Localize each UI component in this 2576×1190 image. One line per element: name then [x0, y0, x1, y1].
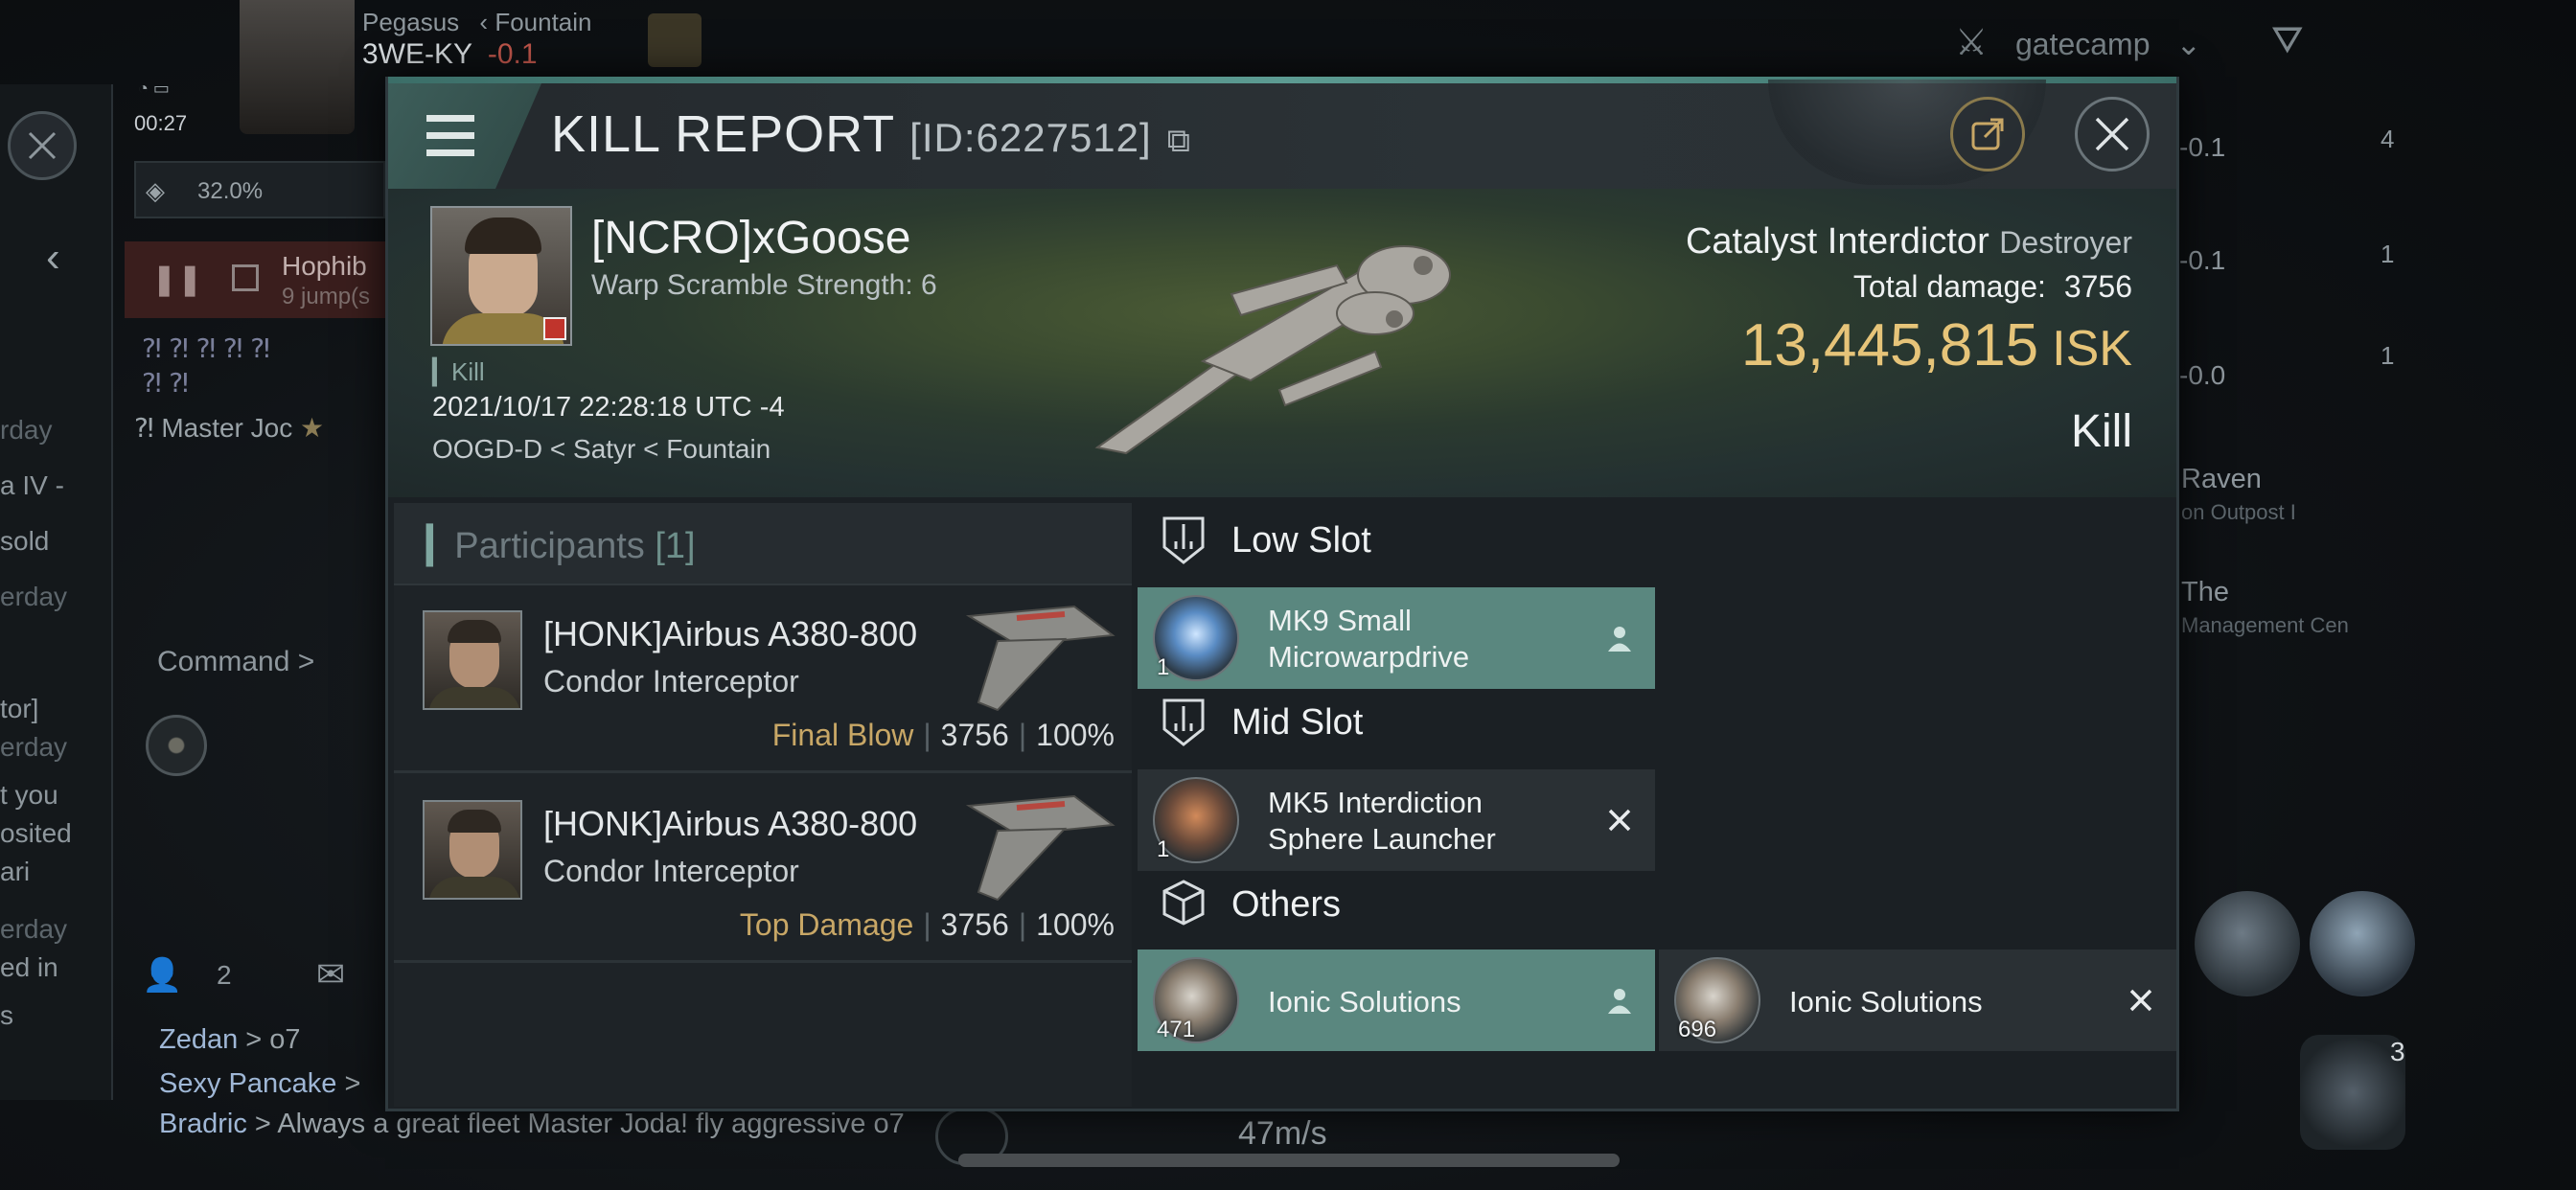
kill-report-modal: KILL REPORT [ID:6227512] ⧉ [NCRO]xGoose … [385, 77, 2179, 1111]
fleet-members-icons: ⁈ ⁈ ⁈ ⁈ ⁈ ⁈ ⁈ [142, 333, 270, 398]
participant-ship: Condor Interceptor [543, 854, 799, 888]
menu-button[interactable] [388, 83, 541, 189]
collapse-chevron-icon[interactable]: ‹ [46, 234, 60, 282]
hostile-badge-icon [543, 317, 566, 340]
share-button[interactable] [1950, 97, 2025, 172]
kill-location[interactable]: OOGD-D < Satyr < Fountain [432, 434, 770, 465]
close-button[interactable] [2075, 97, 2150, 172]
participant-row[interactable]: [HONK]Airbus A380-800 Condor Interceptor… [394, 585, 1132, 773]
participants-panel: ▎Participants [1] [HONK]Airbus A380-800 … [394, 503, 1132, 1107]
menu-icon-line [426, 132, 474, 139]
fitting-panel: Low Slot 1 MK9 Small Microwarpdrive Mid S… [1138, 503, 2176, 1107]
gatecamp-filter[interactable]: ⚔ gatecamp ⌄ [1955, 21, 2201, 64]
pilot-avatar-hud[interactable] [240, 0, 355, 134]
target-icon[interactable] [146, 715, 207, 776]
menu-icon-line [426, 149, 474, 156]
module-icon-2[interactable] [2310, 891, 2415, 996]
left-log-fragments-2: tor] erday t you osited ari erday ed in … [0, 694, 72, 1030]
menu-icon [426, 115, 474, 122]
warp-scramble: Warp Scramble Strength: 6 [591, 269, 937, 301]
cube-icon [1162, 880, 1205, 926]
victim-ship[interactable]: Catalyst Interdictor Destroyer [1686, 221, 2132, 263]
isk-value: 13,445,815 ISK [1740, 312, 2132, 378]
drone-count: 3 [2390, 1037, 2405, 1066]
participant-ship: Condor Interceptor [543, 664, 799, 698]
item-name: MK5 Interdiction Sphere Launcher [1268, 786, 1496, 856]
filter-icon[interactable]: ⛛ [2271, 19, 2304, 62]
report-id: [ID:6227512] [909, 115, 1152, 160]
mid-slot-icon [1162, 698, 1205, 746]
item-name: MK9 Small Microwarpdrive [1268, 604, 1470, 674]
module-icon-1[interactable] [2195, 891, 2300, 996]
participant-name: [HONK]Airbus A380-800 [543, 614, 918, 653]
result-label: Kill [2070, 406, 2132, 457]
command-link[interactable]: Command > [157, 646, 314, 678]
participant-avatar[interactable] [423, 610, 522, 710]
victim-banner: [NCRO]xGoose Warp Scramble Strength: 6 ▎… [388, 189, 2176, 497]
route-item[interactable]: ❚❚ Hophib 9 jump(s [125, 241, 385, 318]
low-slot-header: Low Slot [1138, 503, 2176, 580]
master-member[interactable]: ⁈ Master Joc ★ [134, 412, 324, 444]
left-close-button[interactable] [8, 111, 77, 180]
low-slot-icon [1162, 516, 1205, 564]
mid-slot-header: Mid Slot [1138, 685, 2176, 762]
victim-name[interactable]: [NCRO]xGoose [591, 212, 910, 264]
contacts-icon[interactable]: 👤 [142, 956, 182, 995]
game-screen: Pegasus ‹ Fountain 3WE-KY -0.1 ◔ ▭ 00:27… [0, 0, 2576, 1190]
fitting-item[interactable]: 1 MK5 Interdiction Sphere Launcher [1138, 769, 1655, 871]
fitting-item[interactable]: 1 MK9 Small Microwarpdrive [1138, 587, 1655, 689]
close-icon [28, 131, 57, 160]
cargo-icon: ◈ [146, 176, 165, 205]
chevron-down-icon: ⌄ [2175, 27, 2202, 61]
dropped-person-icon [1601, 620, 1638, 656]
others-header: Others [1138, 867, 2176, 944]
destroyed-x-icon [1601, 802, 1638, 838]
destroyed-x-icon [2123, 982, 2159, 1018]
cargo-bar: ◈ 32.0% [134, 161, 385, 218]
share-icon [1971, 118, 2004, 150]
item-name: Ionic Solutions [1268, 985, 1461, 1018]
crossed-swords-icon: ⚔ [1955, 23, 1989, 63]
participant-avatar[interactable] [423, 800, 522, 900]
close-icon [2095, 117, 2129, 151]
victim-ship-render [1094, 244, 1451, 455]
page-title: KILL REPORT [ID:6227512] ⧉ [551, 105, 1191, 163]
cargo-percent: 32.0% [197, 178, 264, 204]
victim-portrait[interactable] [430, 206, 572, 346]
title-bar: KILL REPORT [ID:6227512] ⧉ [388, 80, 2176, 189]
mail-icon[interactable]: ✉ [316, 954, 345, 995]
participant-ship-render [965, 794, 1116, 902]
insignia-icon [648, 13, 702, 67]
region-path: Pegasus ‹ Fountain [362, 8, 592, 36]
speed-readout: 47m/s [1238, 1115, 1327, 1152]
kill-tag: ▎Kill [432, 357, 485, 386]
system-name[interactable]: 3WE-KY -0.1 [362, 38, 538, 71]
participant-stats: Top Damage | 3756 | 100% [739, 907, 1115, 942]
route-checkbox[interactable] [232, 264, 259, 291]
timer: 00:27 [134, 111, 188, 135]
participant-stats: Final Blow | 3756 | 100% [771, 718, 1115, 752]
home-indicator [958, 1154, 1620, 1167]
copy-icon[interactable]: ⧉ [1167, 123, 1191, 159]
wifi-icon: ◔ ▭ [138, 79, 170, 98]
left-log-fragments: rday a IV - sold erday [0, 415, 68, 611]
chat-bar: 👤 2 ✉ [142, 954, 346, 995]
participants-title: ▎Participants [1] [426, 526, 696, 566]
kill-datetime: 2021/10/17 22:28:18 UTC -4 [432, 392, 785, 423]
participants-header: ▎Participants [1] [394, 503, 1132, 585]
participant-name: [HONK]Airbus A380-800 [543, 804, 918, 843]
total-damage: Total damage: 3756 [1852, 269, 2132, 304]
participant-ship-render [965, 605, 1116, 712]
fitting-item[interactable]: 696 Ionic Solutions [1659, 950, 2176, 1051]
participant-row[interactable]: [HONK]Airbus A380-800 Condor Interceptor… [394, 775, 1132, 963]
pause-icon[interactable]: ❚❚ [151, 261, 203, 297]
dropped-person-icon [1601, 982, 1638, 1018]
item-name: Ionic Solutions [1789, 985, 1983, 1018]
fitting-item[interactable]: 471 Ionic Solutions [1138, 950, 1655, 1051]
